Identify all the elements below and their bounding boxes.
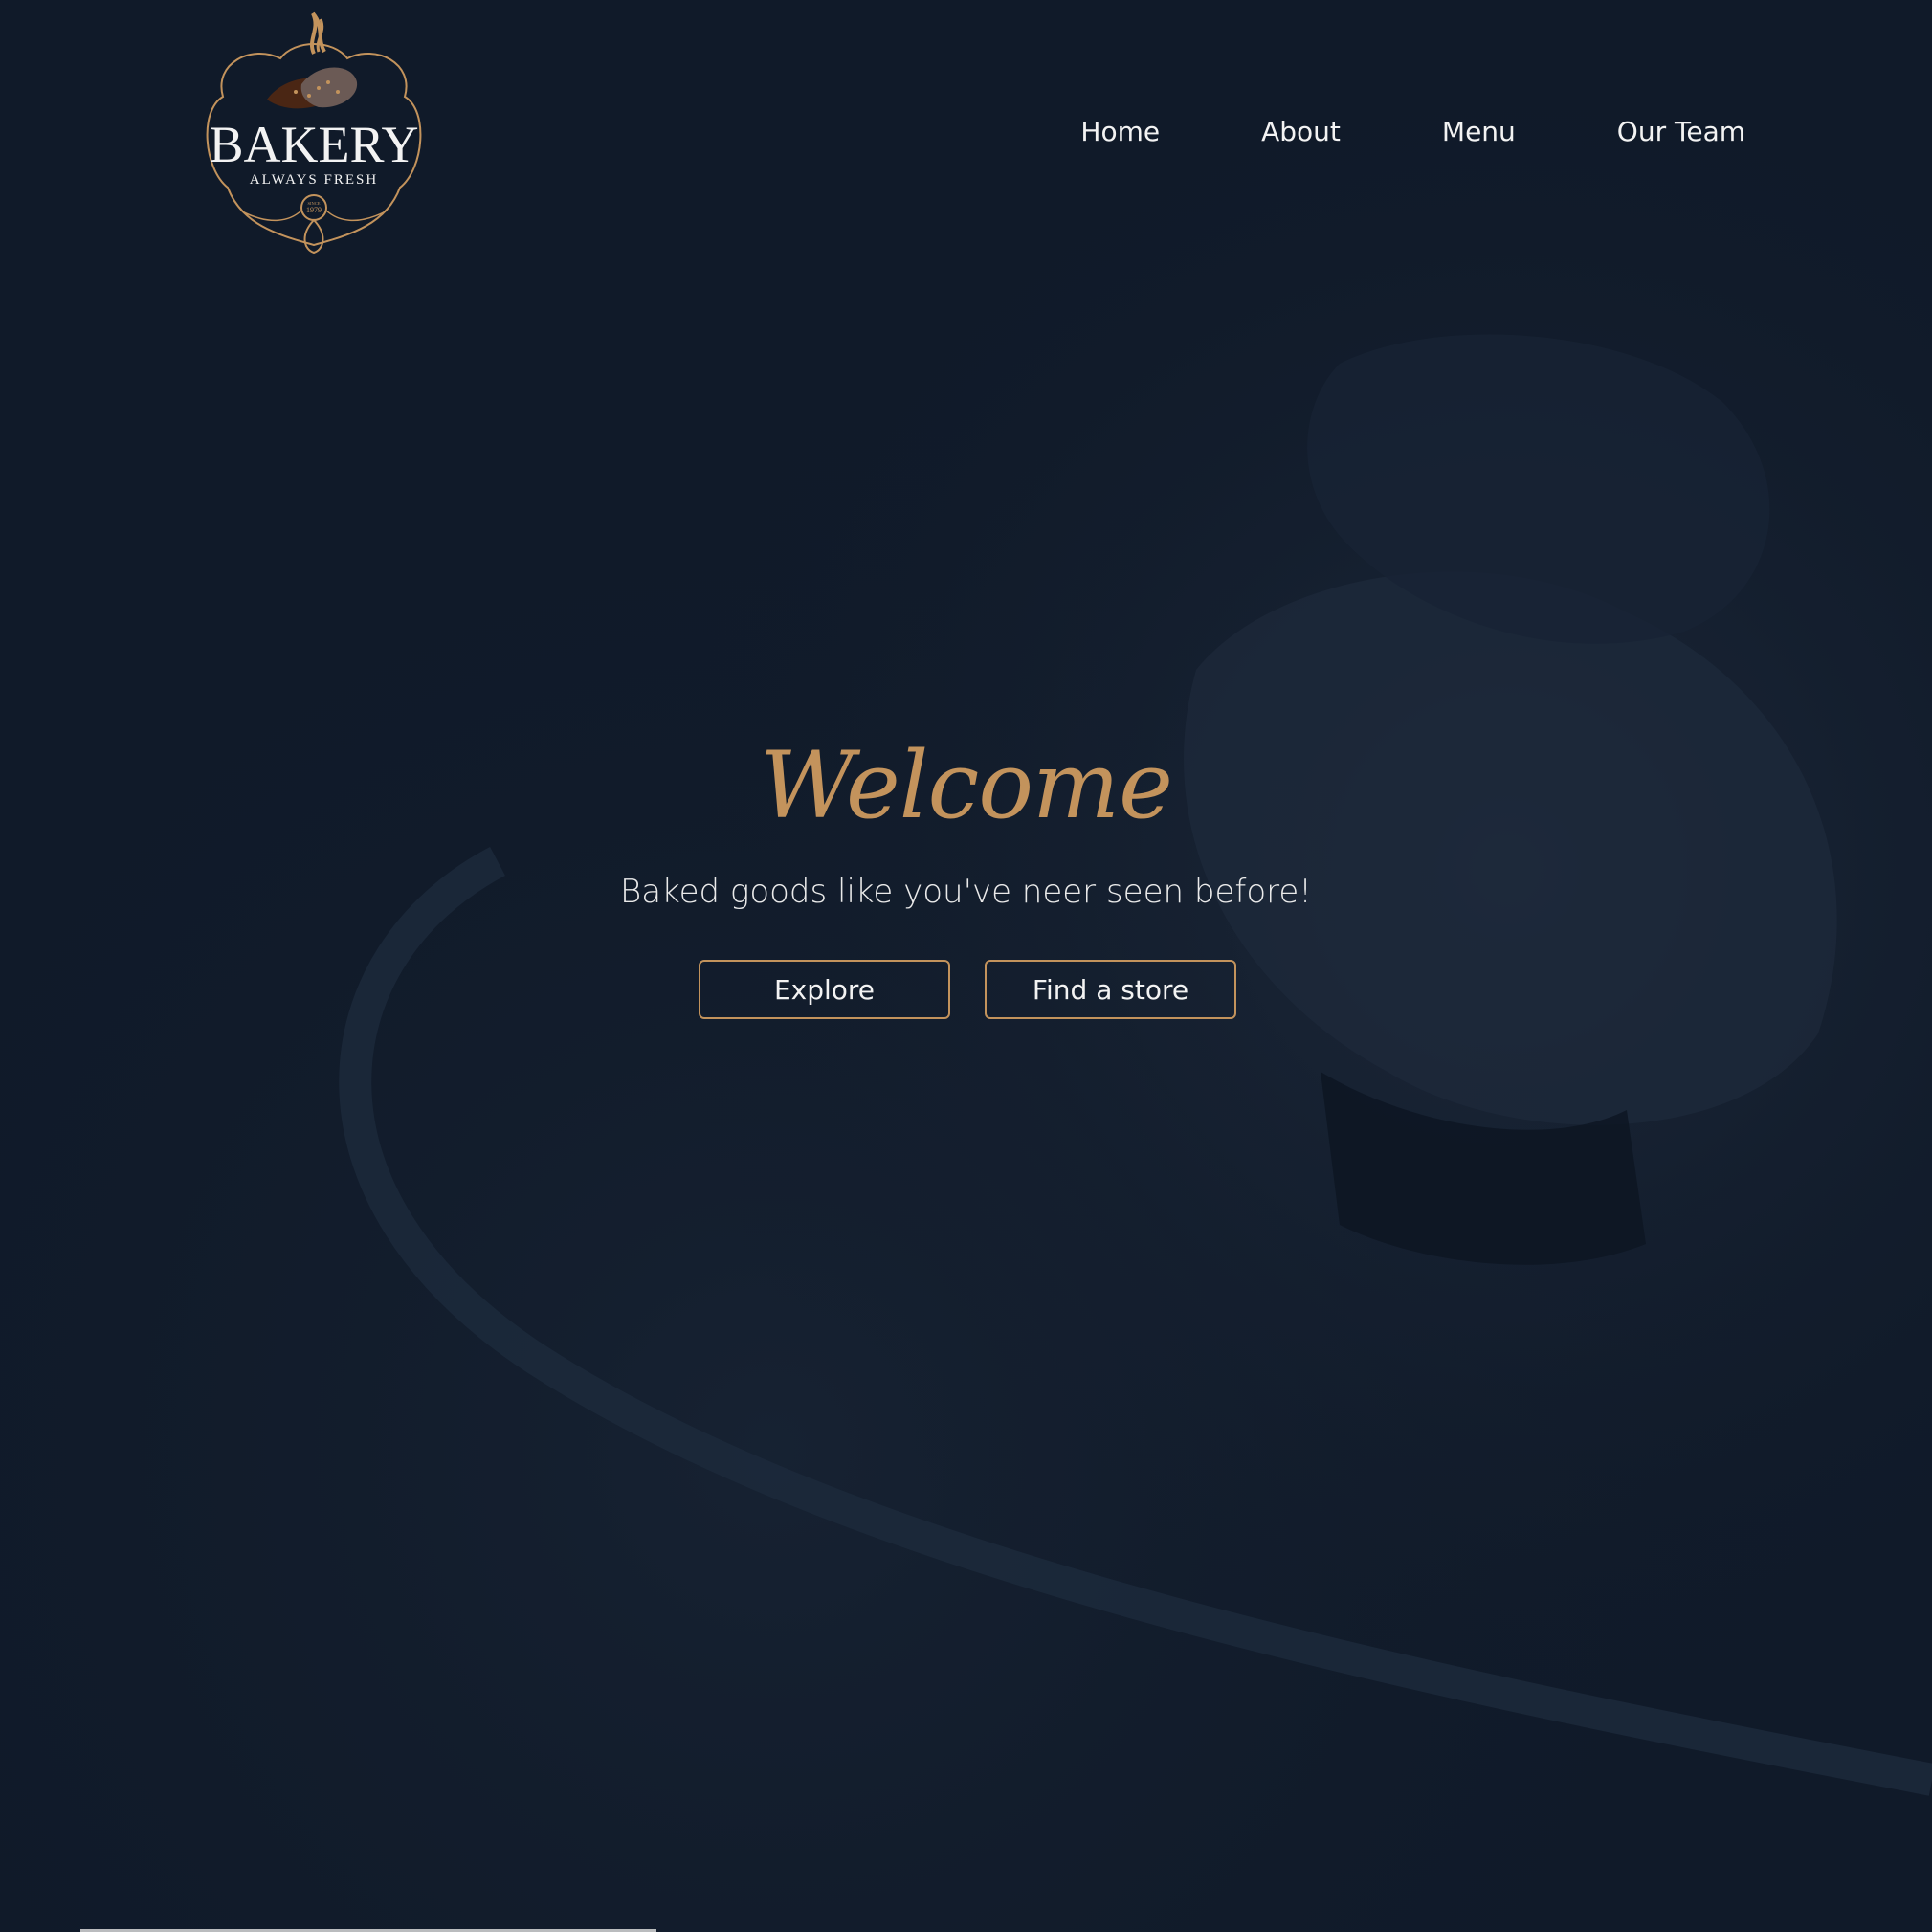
bakery-logo[interactable]: BAKERY ALWAYS FRESH SINCE 1979 (185, 6, 443, 256)
main-nav: Home About Menu Our Team (1080, 113, 1745, 151)
nav-about[interactable]: About (1261, 113, 1341, 151)
hero-actions: Explore Find a store (699, 960, 1236, 1019)
find-a-store-button[interactable]: Find a store (985, 960, 1236, 1019)
brand-name: BAKERY (209, 116, 418, 173)
nav-home[interactable]: Home (1080, 113, 1160, 151)
nav-our-team[interactable]: Our Team (1617, 113, 1745, 151)
brand-tagline: ALWAYS FRESH (250, 172, 378, 188)
hero-title: Welcome (760, 732, 1173, 839)
explore-button[interactable]: Explore (699, 960, 950, 1019)
hero-subtitle: Baked goods like you've neer seen before… (620, 873, 1312, 911)
brand-year: 1979 (306, 206, 322, 214)
nav-menu[interactable]: Menu (1442, 113, 1516, 151)
